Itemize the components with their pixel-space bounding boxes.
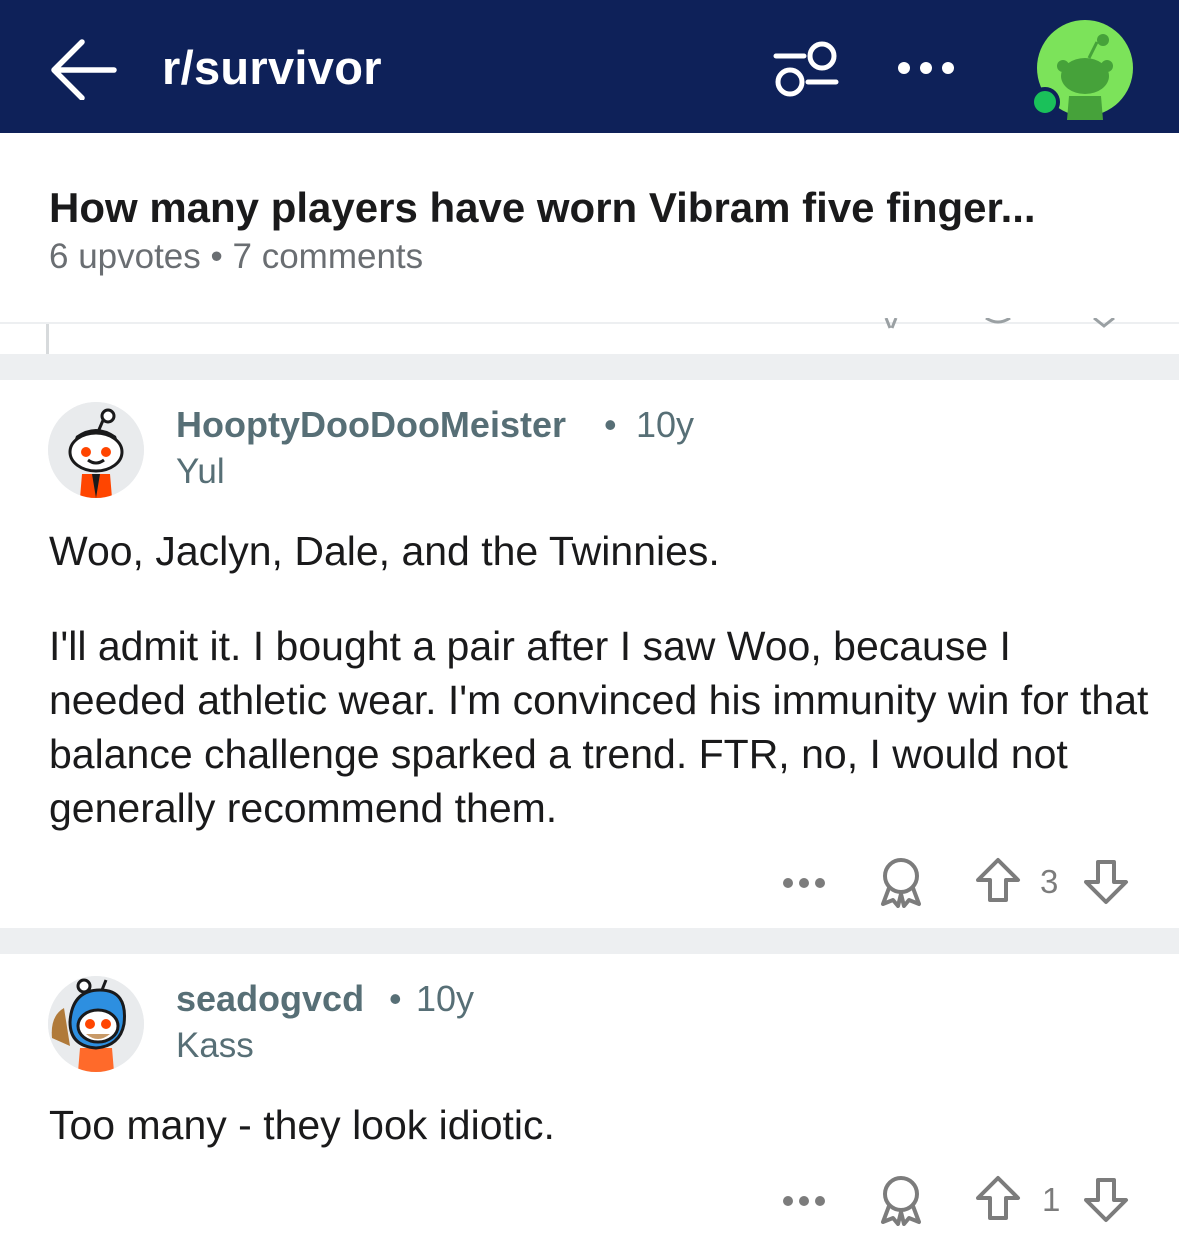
comment-username[interactable]: HooptyDooDooMeister: [176, 404, 566, 446]
commenter-avatar[interactable]: [48, 402, 144, 498]
comment-body-paragraph: I'll admit it. I bought a pair after I s…: [49, 623, 1149, 831]
top-bar: r/survivor: [0, 0, 1179, 133]
more-options-icon[interactable]: [780, 868, 828, 898]
thread-line: [46, 324, 49, 354]
vote-count: 1: [1042, 1181, 1061, 1218]
more-options-icon[interactable]: [780, 1186, 828, 1216]
comment-age: 10y: [416, 978, 475, 1019]
user-flair: Yul: [176, 452, 225, 491]
comment-body-paragraph: Too many - they look idiotic.: [49, 1102, 555, 1148]
sliders-icon[interactable]: [768, 36, 844, 100]
meta-separator: •: [389, 978, 402, 1019]
upvote-icon[interactable]: [974, 856, 1022, 904]
back-arrow-icon[interactable]: [48, 36, 120, 101]
user-flair: Kass: [176, 1026, 254, 1065]
post-meta: 6 upvotes • 7 comments: [49, 237, 423, 277]
section-gap: [0, 928, 1179, 954]
comment-username[interactable]: seadogvcd: [176, 978, 364, 1020]
downvote-icon[interactable]: [1082, 858, 1130, 906]
upvote-count: 6 upvotes: [49, 237, 201, 276]
user-avatar-icon[interactable]: [1030, 20, 1133, 120]
post-title[interactable]: How many players have worn Vibram five f…: [49, 183, 1149, 233]
award-icon[interactable]: [876, 1174, 926, 1226]
downvote-icon[interactable]: [1082, 1176, 1130, 1224]
comment-body-paragraph: Woo, Jaclyn, Dale, and the Twinnies.: [49, 528, 720, 574]
subreddit-title[interactable]: r/survivor: [162, 40, 382, 96]
vote-count: 3: [1040, 863, 1059, 900]
more-options-icon[interactable]: [893, 50, 963, 86]
section-gap: [0, 354, 1179, 380]
meta-separator: •: [210, 237, 223, 276]
meta-separator: •: [604, 404, 617, 445]
comment-age: 10y: [636, 404, 695, 445]
commenter-avatar[interactable]: [48, 976, 144, 1072]
comment-count: 7 comments: [232, 237, 424, 276]
upvote-icon[interactable]: [974, 1174, 1022, 1222]
award-icon[interactable]: [876, 856, 926, 908]
scrolled-action-icons: [880, 316, 1120, 332]
